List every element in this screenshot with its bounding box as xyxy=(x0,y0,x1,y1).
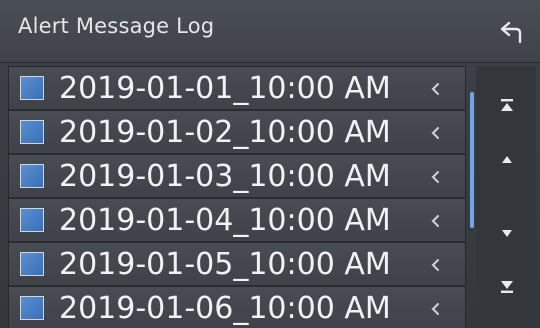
chevron-left-icon xyxy=(431,83,439,95)
scroll-down-button[interactable] xyxy=(494,220,520,246)
scroll-top-button[interactable] xyxy=(494,92,520,118)
chevron-left-icon xyxy=(431,171,439,183)
log-row-2[interactable]: 2019-01-02_10:00 AM xyxy=(9,111,465,155)
header-bar: Alert Message Log xyxy=(0,0,540,63)
log-list[interactable]: 2019-01-01_10:00 AM 2019-01-02_10:00 AM … xyxy=(8,66,466,328)
log-row-3[interactable]: 2019-01-03_10:00 AM xyxy=(9,155,465,199)
log-row-5[interactable]: 2019-01-05_10:00 AM xyxy=(9,243,465,287)
scroll-up-button[interactable] xyxy=(494,146,520,172)
page-title: Alert Message Log xyxy=(18,14,215,38)
skip-to-bottom-icon xyxy=(501,281,513,293)
chevron-left-icon xyxy=(431,127,439,139)
scrollbar[interactable] xyxy=(470,92,474,228)
log-entry-label: 2019-01-01_10:00 AM xyxy=(59,71,391,106)
row-checkbox[interactable] xyxy=(20,252,44,276)
log-entry-label: 2019-01-02_10:00 AM xyxy=(59,115,391,150)
row-checkbox[interactable] xyxy=(20,120,44,144)
triangle-up-icon xyxy=(502,156,512,163)
row-checkbox[interactable] xyxy=(20,208,44,232)
chevron-left-icon xyxy=(431,303,439,315)
scroll-bottom-button[interactable] xyxy=(494,274,520,300)
log-row-4[interactable]: 2019-01-04_10:00 AM xyxy=(9,199,465,243)
log-entry-label: 2019-01-05_10:00 AM xyxy=(59,247,391,282)
chevron-left-icon xyxy=(431,215,439,227)
row-checkbox[interactable] xyxy=(20,164,44,188)
skip-to-top-icon xyxy=(501,99,513,111)
row-checkbox[interactable] xyxy=(20,76,44,100)
log-entry-label: 2019-01-06_10:00 AM xyxy=(59,291,391,326)
back-button[interactable] xyxy=(494,14,530,50)
row-checkbox[interactable] xyxy=(20,296,44,320)
triangle-down-icon xyxy=(502,230,512,237)
log-entry-label: 2019-01-03_10:00 AM xyxy=(59,159,391,194)
alert-message-log-screen: Alert Message Log 2019-01-01_10:00 AM 20… xyxy=(0,0,540,328)
return-arrow-icon xyxy=(500,21,522,44)
scroll-controls xyxy=(476,66,536,328)
log-row-6[interactable]: 2019-01-06_10:00 AM xyxy=(9,287,465,328)
log-row-1[interactable]: 2019-01-01_10:00 AM xyxy=(9,67,465,111)
log-entry-label: 2019-01-04_10:00 AM xyxy=(59,203,391,238)
chevron-left-icon xyxy=(431,259,439,271)
